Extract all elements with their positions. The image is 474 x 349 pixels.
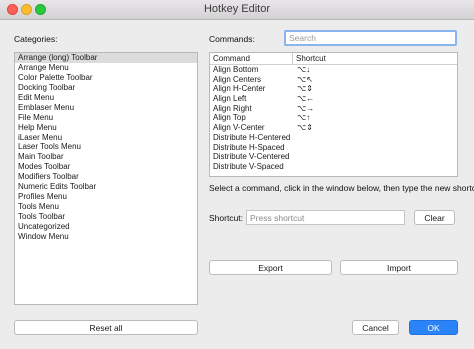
title-bar: Hotkey Editor — [0, 0, 474, 20]
cancel-button[interactable]: Cancel — [352, 320, 399, 335]
shortcut-column-header[interactable]: Shortcut — [293, 53, 457, 64]
category-item[interactable]: Tools Menu — [15, 202, 197, 212]
table-row[interactable]: Distribute V-Centered — [210, 152, 457, 162]
category-item[interactable]: Main Toolbar — [15, 152, 197, 162]
table-header: Command Shortcut — [210, 53, 457, 65]
table-row[interactable]: Align Bottom ⌥↓ — [210, 65, 457, 75]
category-item[interactable]: Window Menu — [15, 232, 197, 242]
commands-table[interactable]: Command Shortcut Align Bottom ⌥↓ Align Cen… — [209, 52, 458, 177]
command-name-cell: Distribute H-Centered — [213, 132, 291, 142]
table-row[interactable]: Align Left ⌥← — [210, 94, 457, 104]
table-row[interactable]: Distribute H-Centered — [210, 133, 457, 143]
categories-label: Categories: — [14, 34, 58, 44]
search-input[interactable] — [284, 30, 457, 46]
shortcut-cell: ⌥⇕ — [297, 84, 313, 94]
category-item[interactable]: Color Palette Toolbar — [15, 73, 197, 83]
command-name-cell: Align H-Center — [213, 84, 266, 94]
shortcut-cell — [293, 143, 457, 153]
table-row[interactable]: Align Top ⌥↑ — [210, 113, 457, 123]
window-title: Hotkey Editor — [203, 3, 271, 15]
command-name-cell: Align V-Center — [213, 123, 265, 133]
shortcut-cell — [293, 162, 457, 172]
shortcut-cell: ⌥⇕ — [297, 123, 313, 133]
category-item[interactable]: Numeric Edits Toolbar — [15, 182, 197, 192]
command-column-header[interactable]: Command — [210, 53, 293, 64]
command-name-cell: Distribute V-Centered — [213, 152, 290, 162]
commands-label: Commands: — [209, 34, 255, 44]
command-name-cell: Align Left — [213, 94, 247, 104]
table-row[interactable]: Distribute V-Spaced — [210, 162, 457, 172]
export-button[interactable]: Export — [209, 260, 332, 275]
shortcut-cell: ⌥← — [297, 94, 315, 104]
category-item[interactable]: iLaser Menu — [15, 133, 197, 143]
instruction-text: Select a command, click in the window be… — [209, 183, 474, 193]
category-item[interactable]: Emblaser Menu — [15, 103, 197, 113]
clear-button[interactable]: Clear — [414, 210, 455, 225]
import-button[interactable]: Import — [340, 260, 458, 275]
hotkey-editor-window: Hotkey Editor Categories: Arrange (long)… — [0, 0, 474, 349]
table-row[interactable]: Distribute H-Spaced — [210, 143, 457, 153]
shortcut-cell — [293, 133, 457, 143]
command-name-cell: Align Right — [213, 103, 252, 113]
table-row[interactable]: Align Centers ⌥↖ — [210, 75, 457, 85]
category-item[interactable]: Modifiers Toolbar — [15, 172, 197, 182]
category-item[interactable]: Help Menu — [15, 123, 197, 133]
shortcut-cell: ⌥↓ — [297, 65, 311, 74]
category-item[interactable]: File Menu — [15, 113, 197, 123]
shortcut-cell: ⌥↑ — [297, 113, 311, 123]
command-name-cell: Align Top — [213, 113, 246, 123]
category-item[interactable]: Arrange Menu — [15, 63, 197, 73]
ok-button[interactable]: OK — [409, 320, 458, 335]
reset-all-button[interactable]: Reset all — [14, 320, 198, 335]
command-name-cell: Align Centers — [213, 74, 262, 84]
table-row[interactable]: Align V-Center ⌥⇕ — [210, 123, 457, 133]
shortcut-cell — [293, 152, 457, 162]
command-name-cell: Align Bottom — [213, 65, 259, 74]
shortcut-label: Shortcut: — [209, 213, 244, 223]
category-item[interactable]: Edit Menu — [15, 93, 197, 103]
categories-list[interactable]: Arrange (long) Toolbar Arrange Menu Color … — [14, 52, 198, 305]
category-item[interactable]: Arrange (long) Toolbar — [15, 53, 197, 63]
category-item[interactable]: Profiles Menu — [15, 192, 197, 202]
category-item[interactable]: Tools Toolbar — [15, 212, 197, 222]
category-item[interactable]: Modes Toolbar — [15, 162, 197, 172]
table-row[interactable]: Align Right ⌥→ — [210, 104, 457, 114]
table-row[interactable]: Align H-Center ⌥⇕ — [210, 84, 457, 94]
shortcut-cell: ⌥→ — [297, 103, 315, 113]
command-name-cell: Distribute V-Spaced — [213, 161, 284, 171]
category-item[interactable]: Docking Toolbar — [15, 83, 197, 93]
table-body: Align Bottom ⌥↓ Align Centers ⌥↖ Align H-Cen… — [210, 65, 457, 172]
shortcut-cell: ⌥↖ — [297, 74, 313, 84]
category-item[interactable]: Laser Tools Menu — [15, 142, 197, 152]
shortcut-field[interactable] — [246, 210, 405, 225]
category-item[interactable]: Uncategorized — [15, 222, 197, 232]
command-name-cell: Distribute H-Spaced — [213, 142, 285, 152]
